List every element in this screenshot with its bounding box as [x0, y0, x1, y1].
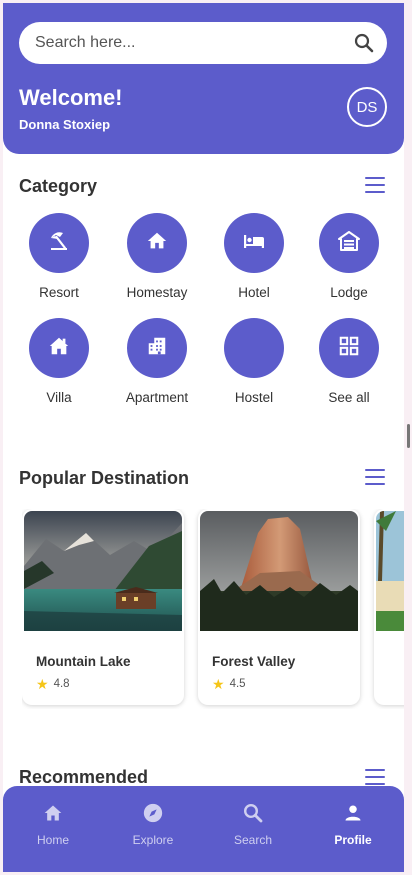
search-icon[interactable] — [353, 32, 375, 54]
destination-card[interactable]: Mountain Lake ★ 4.8 — [22, 509, 184, 705]
bed-icon — [242, 229, 266, 258]
destination-photo — [24, 511, 182, 631]
category-see-all[interactable]: See all — [301, 318, 397, 405]
nav-label: Home — [36, 833, 69, 847]
category-label: Lodge — [330, 285, 368, 300]
destination-photo — [376, 511, 404, 631]
compass-icon — [142, 802, 164, 824]
nav-label: Explore — [132, 833, 174, 847]
category-villa[interactable]: Villa — [11, 318, 107, 405]
category-lodge[interactable]: Lodge — [301, 213, 397, 300]
category-resort[interactable]: Resort — [11, 213, 107, 300]
star-icon: ★ — [36, 676, 49, 692]
category-homestay[interactable]: Homestay — [109, 213, 205, 300]
destination-name: Mountain Lake — [36, 654, 131, 669]
person-icon — [342, 802, 364, 824]
destination-card-partial[interactable] — [374, 509, 404, 705]
beach-umbrella-icon — [47, 229, 71, 258]
apartment-icon — [146, 335, 168, 362]
avatar[interactable]: DS — [347, 87, 387, 127]
villa-icon — [48, 335, 70, 362]
category-label: Villa — [46, 390, 72, 405]
category-label: See all — [328, 390, 370, 405]
category-label: Resort — [39, 285, 79, 300]
nav-label: Profile — [334, 833, 372, 847]
nav-search[interactable]: Search — [213, 802, 293, 847]
destination-carousel[interactable]: Mountain Lake ★ 4.8 Forest Valley ★ 4.5 — [22, 509, 404, 709]
category-menu-icon[interactable] — [365, 177, 385, 193]
category-title: Category — [19, 176, 98, 196]
rating-value: 4.8 — [53, 678, 70, 690]
category-label: Hotel — [238, 285, 270, 300]
category-label: Apartment — [125, 390, 189, 405]
grid-icon — [338, 335, 360, 362]
home-icon — [146, 230, 168, 257]
destination-name: Forest Valley — [212, 654, 296, 669]
recommended-title: Recommended — [19, 767, 149, 787]
search-input[interactable] — [35, 34, 353, 52]
header: Welcome! Donna Stoxiep DS — [3, 3, 404, 154]
welcome-title: Welcome! — [19, 85, 123, 110]
category-hotel[interactable]: Hotel — [206, 213, 302, 300]
category-hostel[interactable]: Hostel — [206, 318, 302, 405]
popular-title: Popular Destination — [19, 468, 190, 488]
destination-rating: ★ 4.8 — [36, 677, 70, 691]
nav-label: Search — [233, 833, 273, 847]
category-apartment[interactable]: Apartment — [109, 318, 205, 405]
username: Donna Stoxiep — [19, 117, 111, 132]
destination-rating: ★ 4.5 — [212, 677, 246, 691]
popular-menu-icon[interactable] — [365, 469, 385, 485]
recommended-menu-icon[interactable] — [365, 769, 385, 785]
search-icon — [242, 802, 264, 824]
lodge-icon — [337, 229, 361, 258]
search-bar[interactable] — [19, 22, 387, 64]
category-label: Hostel — [234, 390, 274, 405]
nav-explore[interactable]: Explore — [113, 802, 193, 847]
page-scrollbar[interactable] — [407, 424, 410, 448]
bottom-nav: Home Explore Search Profile — [3, 786, 404, 872]
nav-profile[interactable]: Profile — [313, 802, 393, 847]
destination-card[interactable]: Forest Valley ★ 4.5 — [198, 509, 360, 705]
star-icon: ★ — [212, 676, 225, 692]
home-icon — [42, 802, 64, 824]
destination-photo — [200, 511, 358, 631]
rating-value: 4.5 — [229, 678, 246, 690]
nav-home[interactable]: Home — [13, 802, 93, 847]
category-label: Homestay — [126, 285, 188, 300]
app-screen: Welcome! Donna Stoxiep DS Category Resor… — [3, 3, 404, 872]
